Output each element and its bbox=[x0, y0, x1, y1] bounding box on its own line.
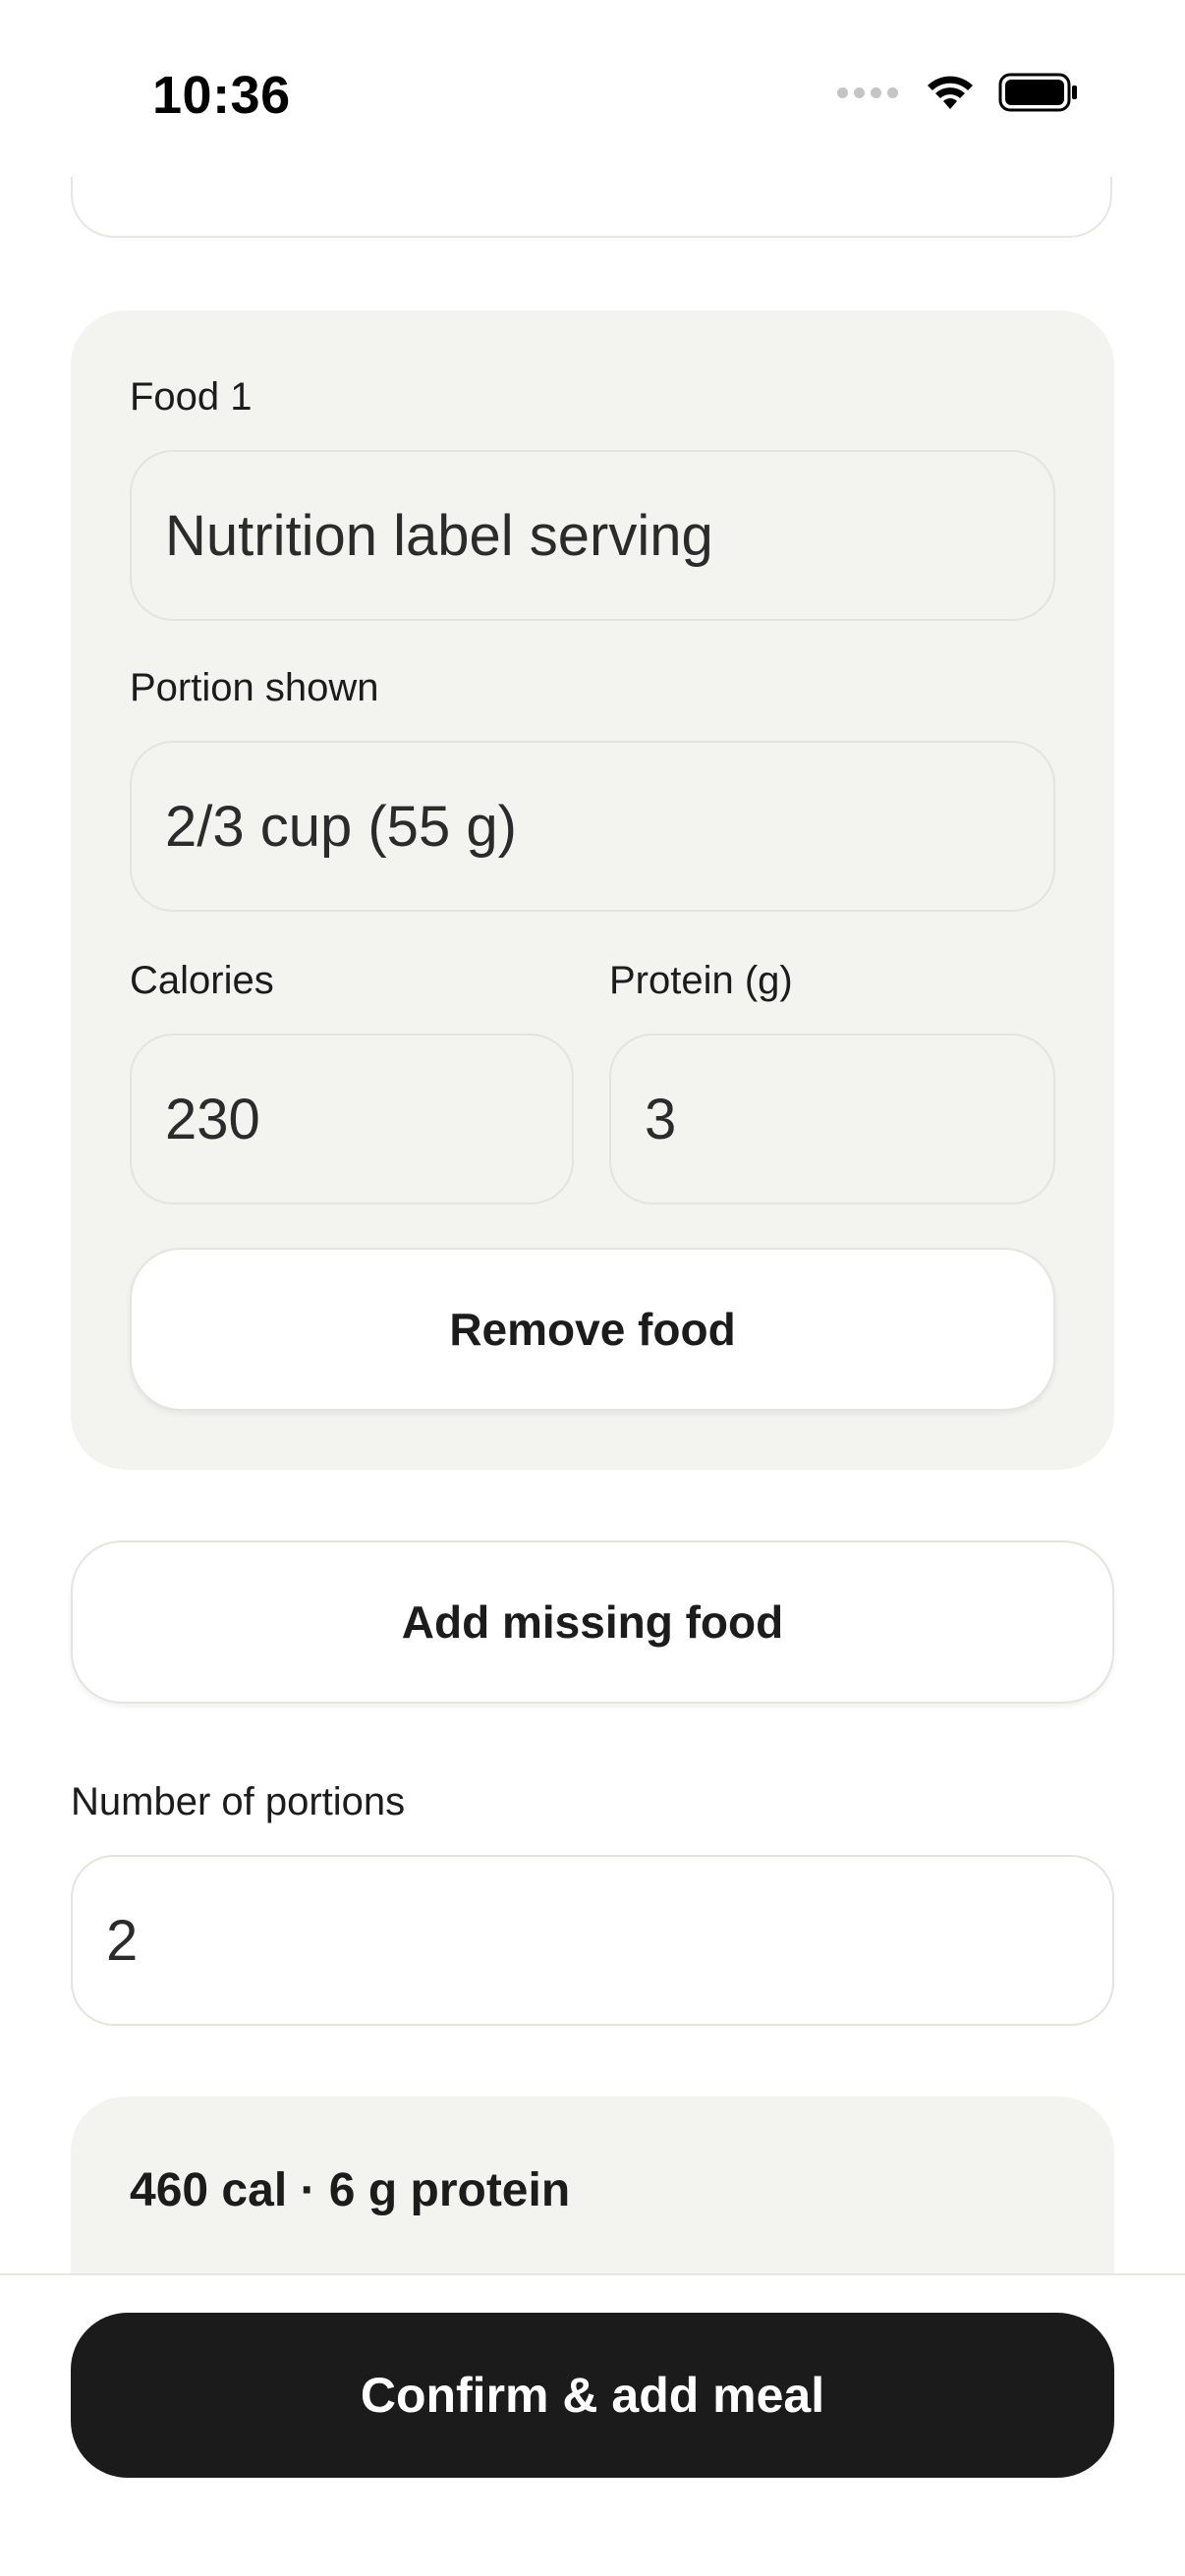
calories-label: Calories bbox=[130, 959, 274, 1002]
cellular-signal-icon bbox=[837, 86, 898, 98]
portion-input[interactable]: 2/3 cup (55 g) bbox=[130, 741, 1055, 912]
portions-label: Number of portions bbox=[71, 1780, 406, 1823]
food-title: Food 1 bbox=[130, 375, 253, 419]
remove-food-button[interactable]: Remove food bbox=[130, 1248, 1055, 1411]
nutrition-summary-text: 460 cal · 6 g protein bbox=[130, 2164, 571, 2216]
food-name-input[interactable]: Nutrition label serving bbox=[130, 450, 1055, 621]
add-missing-food-button[interactable]: Add missing food bbox=[71, 1540, 1114, 1704]
bottom-action-bar: Confirm & add meal bbox=[0, 2273, 1185, 2576]
battery-icon bbox=[998, 73, 1077, 112]
protein-label: Protein (g) bbox=[609, 959, 793, 1002]
portion-label: Portion shown bbox=[130, 666, 379, 709]
confirm-add-meal-button[interactable]: Confirm & add meal bbox=[71, 2313, 1114, 2478]
food-card: Food 1 Nutrition label serving Portion s… bbox=[71, 310, 1114, 1470]
status-icons bbox=[837, 73, 1079, 112]
calories-input[interactable]: 230 bbox=[130, 1034, 574, 1204]
wifi-icon bbox=[928, 76, 973, 109]
status-bar: 10:36 bbox=[0, 0, 1185, 177]
status-time: 10:36 bbox=[152, 66, 291, 125]
portions-input[interactable]: 2 bbox=[71, 1855, 1114, 2026]
protein-input[interactable]: 3 bbox=[609, 1034, 1055, 1204]
